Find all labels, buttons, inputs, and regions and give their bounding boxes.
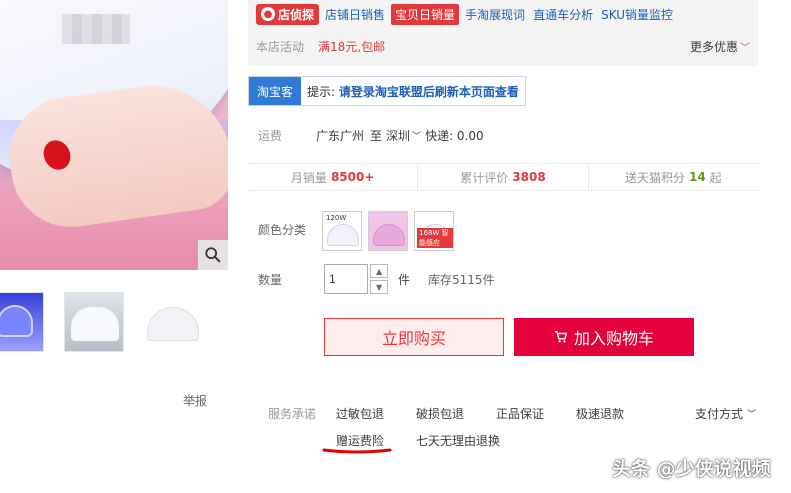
color-label: 颜色分类: [258, 223, 307, 237]
taobaoke-badge[interactable]: 淘宝客: [249, 77, 302, 105]
zoom-button[interactable]: [198, 240, 228, 270]
taobaoke-prefix: 提示:: [307, 84, 336, 99]
chevron-down-icon: ﹀: [740, 43, 750, 54]
color-swatch-2[interactable]: [368, 211, 409, 251]
ship-from: 广东广州: [316, 129, 365, 143]
plugin-toolbar: ● 店侦探 店铺日销售 宝贝日销量 手淘展现词 直通车分析 SKU销量监控: [256, 3, 675, 25]
shop-spy-badge[interactable]: ● 店侦探: [256, 3, 320, 25]
service-item[interactable]: 七天无理由退换: [416, 432, 576, 449]
quantity-stepper: ▲ ▼: [370, 264, 389, 294]
main-product-image[interactable]: [0, 0, 228, 270]
service-label: 服务承诺: [268, 407, 317, 421]
watermark: 头条 @少侠说视频: [612, 458, 771, 480]
taobaoke-message[interactable]: 请登录淘宝联盟后刷新本页面查看: [339, 85, 519, 99]
add-to-cart-button[interactable]: 加入购物车: [514, 318, 694, 356]
thumbnail-1[interactable]: [0, 292, 44, 352]
color-swatch-3[interactable]: 168W 智能感应: [414, 211, 455, 251]
more-deals-link[interactable]: 更多优惠 ﹀: [690, 38, 750, 55]
quantity-decrease-button[interactable]: ▼: [370, 280, 389, 294]
shipping-label: 运费: [258, 129, 283, 143]
thumbnail-2[interactable]: [64, 292, 124, 352]
shipping-fee: 快递: 0.00: [425, 129, 484, 143]
tool-link-sku-sales[interactable]: SKU销量监控: [601, 6, 673, 23]
service-item[interactable]: 极速退款: [576, 405, 656, 422]
spy-logo-icon: ●: [261, 7, 275, 21]
stats-bar: 月销量 8500+ 累计评价 3808 送天猫积分 14 起: [248, 163, 758, 191]
service-commitments: 服务承诺 过敏包退 破损包退 正品保证 极速退款 赠运费险 七天无理由退换 支付…: [268, 405, 756, 449]
payment-method-dropdown[interactable]: 支付方式 ﹀: [695, 405, 756, 422]
mosaic-blur: [62, 14, 130, 44]
service-item[interactable]: 正品保证: [496, 405, 576, 422]
chevron-down-icon: ﹀: [412, 132, 422, 142]
service-item[interactable]: 破损包退: [416, 405, 496, 422]
color-selector: 颜色分类 120W 168W 智能感应: [258, 211, 455, 251]
service-item[interactable]: 过敏包退: [336, 405, 416, 422]
stat-tmall-points: 送天猫积分 14 起: [624, 170, 722, 185]
chevron-down-icon: ﹀: [746, 410, 756, 420]
tool-link-mobile-keywords[interactable]: 手淘展现词: [465, 6, 525, 23]
ship-to-label: 至: [370, 129, 383, 143]
stock-count: 库存5115件: [428, 272, 495, 287]
cart-icon: [554, 331, 568, 343]
tool-link-ztc-analysis[interactable]: 直通车分析: [533, 6, 593, 23]
stat-monthly-sales: 月销量 8500+: [248, 164, 419, 190]
thumbnail-3[interactable]: [142, 292, 202, 352]
quantity-increase-button[interactable]: ▲: [370, 264, 389, 278]
stat-reviews[interactable]: 累计评价 3808: [418, 164, 589, 190]
activity-value: 满18元,包邮: [318, 40, 386, 54]
activity-label: 本店活动: [256, 40, 305, 54]
promo-panel: ● 店侦探 店铺日销售 宝贝日销量 手淘展现词 直通车分析 SKU销量监控 本店…: [248, 0, 758, 66]
tool-link-item-daily-sales[interactable]: 宝贝日销量: [391, 3, 460, 25]
shop-activity-row: 本店活动 满18元,包邮 更多优惠 ﹀: [256, 38, 750, 55]
red-underline-annotation: [322, 448, 392, 454]
quantity-label: 数量: [258, 272, 283, 287]
quantity-unit: 件: [398, 272, 411, 287]
shipping-row: 运费 广东广州 至 深圳 ﹀ 快递: 0.00: [258, 127, 484, 144]
quantity-input[interactable]: [324, 264, 369, 294]
report-link[interactable]: 举报: [183, 392, 207, 409]
buy-now-button[interactable]: 立即购买: [324, 318, 504, 356]
quantity-row: 数量 ▲ ▼ 件 库存5115件: [258, 264, 495, 294]
color-swatch-1[interactable]: 120W: [322, 211, 363, 251]
destination-select[interactable]: 深圳 ﹀: [386, 127, 421, 144]
tool-link-shop-daily-sales[interactable]: 店铺日销售: [325, 6, 385, 23]
magnifier-icon: [205, 247, 221, 263]
taobaoke-notice: 淘宝客 提示: 请登录淘宝联盟后刷新本页面查看: [248, 76, 526, 106]
